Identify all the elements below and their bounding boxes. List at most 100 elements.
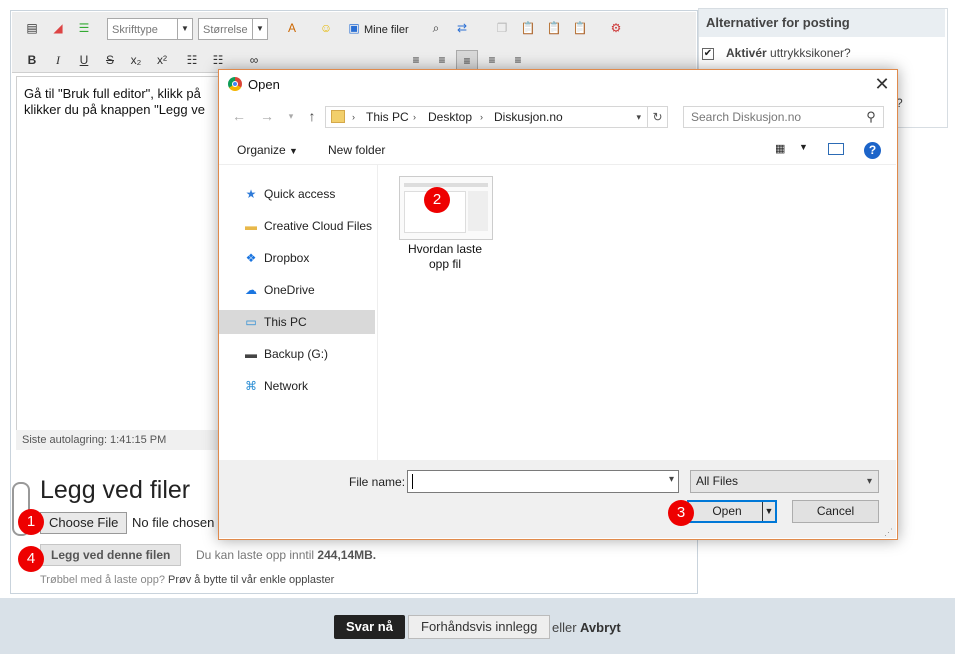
chevron-right-icon: ›	[480, 112, 483, 122]
close-icon[interactable]: ✕	[872, 74, 892, 94]
recent-dropdown-icon[interactable]: ▾	[282, 107, 300, 125]
option-rest: uttrykksikoner?	[770, 46, 851, 60]
superscript-icon[interactable]: x²	[152, 50, 172, 70]
chevron-down-icon[interactable]: ▼	[762, 502, 775, 521]
bold-icon[interactable]: B	[22, 50, 42, 70]
open-label: Open	[712, 504, 742, 518]
help-icon[interactable]: ?	[864, 142, 881, 159]
bullet-list-icon[interactable]: ☷	[182, 50, 202, 70]
editor-toolbar: ▤ ◢ ☰ Skrifttype ▼ Størrelse ▼ A ☺ ▣ Mine …	[12, 12, 696, 73]
breadcrumb-diskusjon[interactable]: Diskusjon.no	[494, 107, 563, 127]
indent-icon[interactable]: ≡	[432, 50, 452, 70]
table-icon[interactable]: ☰	[74, 18, 94, 38]
posting-options-title: Alternativer for posting	[699, 9, 945, 37]
search-icon[interactable]: ⚲	[861, 106, 881, 128]
nav-label: Quick access	[264, 187, 336, 201]
nav-label: Network	[264, 379, 309, 393]
font-color-icon[interactable]: A	[282, 18, 302, 38]
smiley-icon[interactable]: ☺	[316, 18, 336, 38]
folder-icon: ▬	[245, 219, 257, 233]
trouble-text: Trøbbel med å laste opp?	[40, 574, 165, 586]
sidebar-item-network[interactable]: ⌘ Network	[219, 374, 375, 398]
my-files-button[interactable]: Mine filer	[364, 24, 409, 36]
monitor-icon: ▭	[245, 315, 257, 329]
paste-icon[interactable]: 📋	[518, 18, 538, 38]
sidebar-item-onedrive[interactable]: ☁ OneDrive	[219, 278, 375, 302]
organize-label: Organize	[237, 143, 286, 157]
refresh-icon[interactable]: ↻	[648, 106, 668, 128]
upload-limit: Du kan laste opp inntil 244,14MB.	[196, 548, 376, 562]
size-select[interactable]: Størrelse ▼	[198, 18, 268, 40]
chevron-down-icon[interactable]: ▾	[669, 474, 674, 485]
organize-menu[interactable]: Organize ▼	[237, 143, 298, 157]
nav-label: Backup (G:)	[264, 347, 329, 361]
copy-icon[interactable]: ❐	[492, 18, 512, 38]
settings-icon[interactable]: ⚙	[606, 18, 626, 38]
view-icon[interactable]: ▦	[775, 142, 791, 156]
simple-uploader-link[interactable]: Prøv å bytte til vår enkle opplaster	[168, 574, 334, 586]
editor-line: Gå til "Bruk full editor", klikk på	[24, 86, 201, 101]
outdent-icon[interactable]: ≡	[406, 50, 426, 70]
attach-title: Legg ved filer	[40, 476, 191, 504]
folder-icon	[331, 110, 345, 123]
cancel-button[interactable]: Cancel	[792, 500, 879, 523]
font-select[interactable]: Skrifttype ▼	[107, 18, 193, 40]
preview-pane-icon[interactable]	[828, 143, 844, 155]
editor-text: Gå til "Bruk full editor", klikk på klik…	[24, 86, 224, 118]
upload-trouble: Trøbbel med å laste opp? Prøv å bytte ti…	[40, 574, 334, 586]
binoculars-icon[interactable]: ⌕	[426, 18, 446, 38]
smilies-label: Aktivér uttrykksikoner?	[726, 46, 851, 60]
sidebar-item-dropbox[interactable]: ❖ Dropbox	[219, 246, 375, 270]
reply-button[interactable]: Svar nå	[334, 615, 405, 639]
resize-grip-icon[interactable]: ⋰	[884, 527, 893, 538]
thumb-side	[468, 191, 488, 231]
file-name-label[interactable]: Hvordan laste opp fil	[399, 242, 491, 272]
preview-button[interactable]: Forhåndsvis innlegg	[408, 615, 551, 639]
file-name-input[interactable]: ▾	[407, 470, 679, 493]
align-center-icon[interactable]: ≡	[482, 50, 502, 70]
file-name-label-text: File name:	[349, 475, 406, 489]
sidebar-item-backup[interactable]: ▬ Backup (G:)	[219, 342, 375, 366]
file-type-filter[interactable]: All Files ▾	[690, 470, 879, 493]
sidebar-item-quick-access[interactable]: ★ Quick access	[219, 182, 375, 206]
up-icon[interactable]: ↑	[303, 107, 321, 125]
back-icon[interactable]: ←	[230, 107, 248, 125]
align-right-icon[interactable]: ≡	[508, 50, 528, 70]
sidebar-item-this-pc[interactable]: ▭ This PC	[219, 310, 375, 334]
source-icon[interactable]: ▤	[22, 18, 42, 38]
chevron-down-icon[interactable]: ▾	[636, 107, 641, 127]
smilies-checkbox[interactable]: ✔	[702, 48, 714, 60]
replace-icon[interactable]: ⇄	[452, 18, 472, 38]
italic-icon[interactable]: I	[48, 50, 68, 70]
files-icon[interactable]: ▣	[344, 18, 364, 38]
numbered-list-icon[interactable]: ☷	[208, 50, 228, 70]
open-button[interactable]: Open ▼	[687, 500, 777, 523]
no-file-label: No file chosen	[132, 515, 215, 530]
attach-file-button[interactable]: Legg ved denne filen	[40, 544, 182, 566]
chrome-icon	[228, 77, 242, 91]
choose-file-button[interactable]: Choose File	[40, 512, 128, 534]
eraser-icon[interactable]: ◢	[48, 18, 68, 38]
step-badge-1: 1	[18, 509, 44, 535]
nav-label: Dropbox	[264, 251, 310, 265]
address-bar[interactable]: › This PC › Desktop › Diskusjon.no ▾	[325, 106, 648, 128]
drive-icon: ▬	[245, 347, 257, 361]
underline-icon[interactable]: U	[74, 50, 94, 70]
chevron-right-icon: ›	[352, 112, 355, 122]
chevron-down-icon[interactable]: ▼	[799, 142, 808, 152]
paste-word-icon[interactable]: 📋	[570, 18, 590, 38]
sidebar-item-creative-cloud[interactable]: ▬ Creative Cloud Files	[219, 214, 375, 238]
option-bold: Aktivér	[726, 46, 767, 60]
link-icon[interactable]: ∞	[244, 50, 264, 70]
chevron-right-icon: ›	[413, 112, 416, 122]
dropbox-icon: ❖	[245, 251, 257, 265]
cancel-link[interactable]: Avbryt	[580, 620, 621, 635]
breadcrumb-this-pc[interactable]: This PC	[366, 107, 409, 127]
search-input[interactable]: Search Diskusjon.no	[683, 106, 884, 128]
subscript-icon[interactable]: x₂	[126, 50, 146, 70]
strike-icon[interactable]: S	[100, 50, 120, 70]
new-folder-button[interactable]: New folder	[328, 143, 385, 157]
paste-text-icon[interactable]: 📋	[544, 18, 564, 38]
breadcrumb-desktop[interactable]: Desktop	[428, 107, 472, 127]
forward-icon[interactable]: →	[258, 107, 276, 125]
